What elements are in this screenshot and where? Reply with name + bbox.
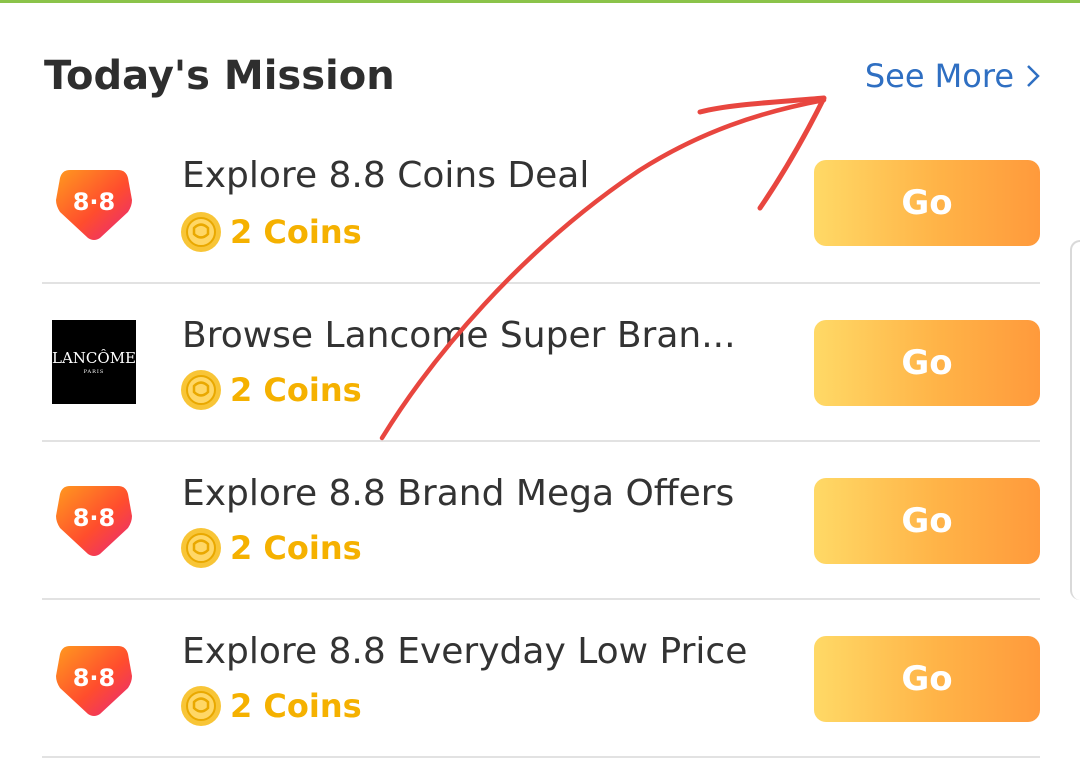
8.8-logo-icon: 8·8 [56,486,132,556]
see-more-link[interactable]: See More [865,54,1040,98]
coin-icon [181,212,221,252]
mission-reward: 2 Coins [180,526,362,570]
mission-title: Explore 8.8 Brand Mega Offers [182,473,735,514]
see-more-label: See More [864,57,1014,95]
8.8-logo-icon: 8·8 [56,170,132,240]
mission-row: 8·8 Explore 8.8 Brand Mega Offers 2 Coin… [42,444,1040,600]
mission-title: Browse Lancome Super Bran... [182,315,736,356]
mission-reward: 2 Coins [180,210,362,254]
mission-row: 8·8 Explore 8.8 Coins Deal 2 Coins Go [42,128,1040,284]
page-title: Today's Mission [44,53,395,99]
svg-text:8·8: 8·8 [73,504,116,532]
scrollbar[interactable] [1070,240,1080,600]
coin-icon [181,686,221,726]
chevron-right-icon [1027,65,1040,87]
brand-sub: PARIS [83,369,105,375]
svg-text:8·8: 8·8 [73,664,116,692]
go-button[interactable]: Go [814,320,1040,406]
brand-name: LANCÔME [52,349,137,367]
coin-icon [181,370,221,410]
reward-label: 2 Coins [230,213,362,251]
lancome-logo: LANCÔME PARIS [52,320,136,404]
mission-row: 8·8 Explore 8.8 Everyday Low Price 2 Coi… [42,602,1040,758]
reward-label: 2 Coins [230,687,362,725]
reward-label: 2 Coins [230,529,362,567]
mission-row: LANCÔME PARIS Browse Lancome Super Bran.… [42,286,1040,442]
go-button[interactable]: Go [814,636,1040,722]
mission-title: Explore 8.8 Coins Deal [182,155,590,196]
mission-reward: 2 Coins [180,684,362,728]
go-button[interactable]: Go [814,478,1040,564]
mission-header: Today's Mission See More [44,50,1044,106]
go-button[interactable]: Go [814,160,1040,246]
coin-icon [181,528,221,568]
reward-label: 2 Coins [230,371,362,409]
8.8-logo-icon: 8·8 [56,646,132,716]
top-accent-strip [0,0,1080,3]
mission-title: Explore 8.8 Everyday Low Price [182,631,748,672]
mission-reward: 2 Coins [180,368,362,412]
svg-text:8·8: 8·8 [73,188,116,216]
